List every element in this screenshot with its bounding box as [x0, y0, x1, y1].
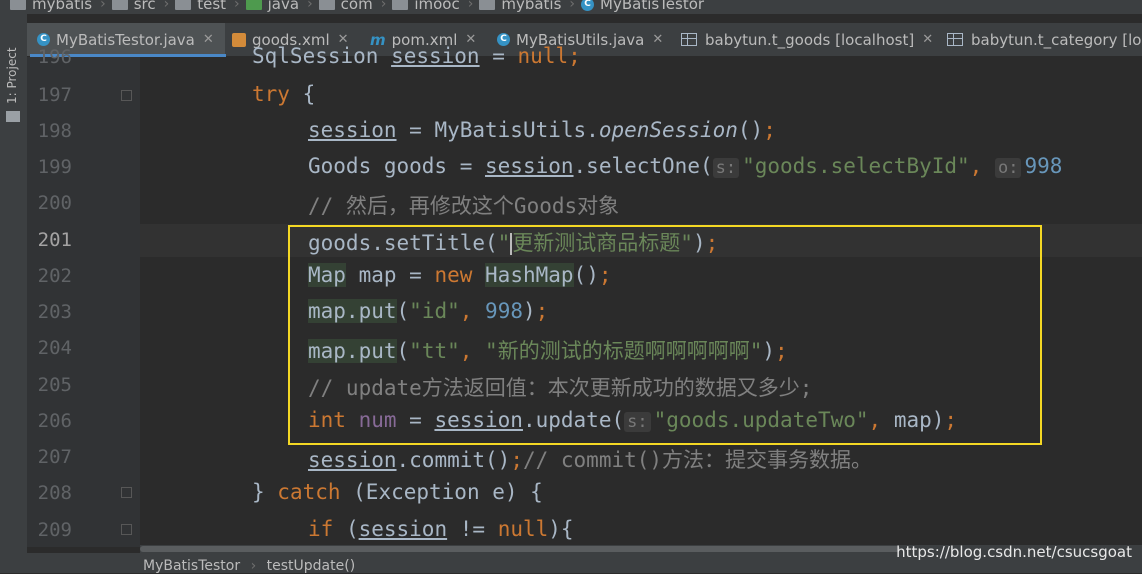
close-icon[interactable]: ✕ [922, 32, 933, 47]
code-line[interactable]: if (session != null){ [308, 517, 574, 541]
watermark-text: https://blog.csdn.net/csucsgoat [896, 543, 1132, 561]
breadcrumb-class[interactable]: MyBatisTestor [143, 558, 240, 574]
crumb-com[interactable]: com [318, 0, 373, 13]
crumb-project[interactable]: mybatis [10, 0, 92, 13]
java-class-icon: C [581, 0, 595, 11]
folder-icon [10, 0, 26, 10]
package-icon [318, 0, 335, 10]
chevron-right-icon: › [380, 0, 387, 12]
line-number: 206 [37, 410, 72, 432]
code-line[interactable]: Goods goods = session.selectOne(s: "goods… [308, 154, 1062, 178]
highlight-box [288, 225, 1042, 445]
line-number: 209 [37, 519, 72, 541]
line-number: 198 [37, 120, 72, 142]
line-number: 200 [37, 192, 72, 214]
scrollbar-thumb[interactable] [140, 546, 900, 552]
fold-marker-icon[interactable] [121, 487, 132, 498]
folder-icon [245, 0, 262, 10]
crumb-java[interactable]: java [245, 0, 299, 13]
code-line[interactable]: } catch (Exception e) { [252, 480, 543, 504]
chevron-right-icon: › [467, 0, 474, 12]
editor-tab-bar: C MyBatisTestor.java ✕ goods.xml ✕ m pom… [27, 23, 1142, 56]
close-icon[interactable]: ✕ [652, 32, 663, 47]
line-number: 207 [37, 446, 72, 468]
crumb-test[interactable]: test [175, 0, 226, 13]
code-line[interactable]: session = MyBatisUtils.openSession(); [308, 118, 776, 142]
breadcrumb-method[interactable]: testUpdate() [267, 558, 356, 574]
package-icon [392, 0, 409, 10]
crumb-src[interactable]: src [111, 0, 156, 13]
tool-window-strip: 1: Project [0, 14, 27, 573]
crumb-mybatis-package[interactable]: mybatis [479, 0, 561, 13]
folder-icon [175, 0, 192, 10]
line-number: 205 [37, 374, 72, 396]
table-icon [947, 33, 963, 46]
fold-marker-icon[interactable] [121, 524, 132, 535]
close-icon[interactable]: ✕ [203, 32, 214, 47]
chevron-right-icon: › [307, 0, 313, 12]
package-icon [479, 0, 496, 10]
tab-t-goods[interactable]: babytun.t_goods [localhost] ✕ [681, 23, 933, 56]
navigation-breadcrumb: mybatis › src › test › java › com › imoo… [0, 0, 1142, 14]
line-number: 202 [37, 265, 72, 287]
table-icon [681, 33, 697, 46]
folder-icon [111, 0, 128, 10]
project-tool-button[interactable]: 1: Project [5, 47, 19, 104]
line-number-current: 201 [37, 229, 72, 251]
chevron-right-icon: › [100, 0, 106, 12]
code-comment[interactable]: // 然后，再修改这个Goods对象 [308, 190, 619, 220]
line-number: 203 [37, 301, 72, 323]
xml-file-icon [232, 32, 246, 47]
code-line[interactable]: try { [252, 82, 315, 106]
line-number: 204 [37, 337, 72, 359]
fold-marker-icon[interactable] [121, 90, 132, 101]
line-number: 196 [37, 46, 72, 68]
crumb-class[interactable]: C MyBatisTestor [581, 0, 704, 13]
code-line[interactable]: session.commit();// commit()方法：提交事务数据。 [308, 444, 872, 474]
chevron-right-icon: › [250, 558, 257, 574]
line-number: 199 [37, 156, 72, 178]
tab-t-category[interactable]: babytun.t_category [loc [947, 23, 1142, 56]
chevron-right-icon: › [163, 0, 170, 12]
project-folder-icon[interactable] [6, 111, 20, 122]
chevron-right-icon: › [569, 0, 576, 12]
crumb-imooc[interactable]: imooc [392, 0, 460, 13]
line-number: 197 [37, 84, 72, 106]
chevron-right-icon: › [234, 0, 240, 12]
code-line[interactable]: SqlSession session = null; [252, 44, 581, 68]
java-class-icon: C [37, 33, 50, 46]
line-number: 208 [37, 482, 72, 504]
